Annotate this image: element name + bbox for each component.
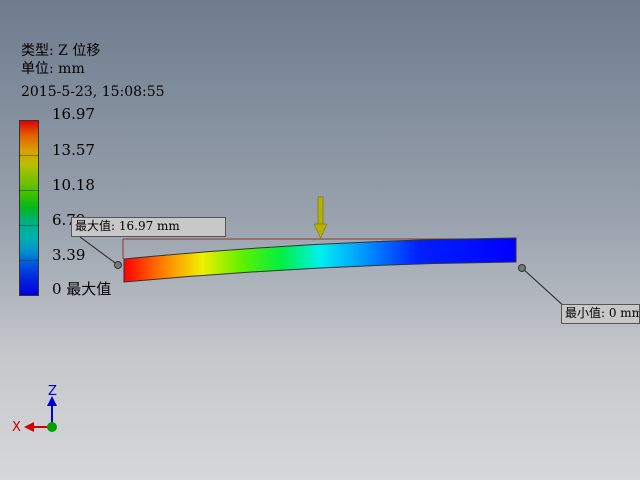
deformed-beam[interactable]: [123, 237, 517, 283]
viewport-scene[interactable]: [0, 0, 640, 480]
load-arrow-icon[interactable]: [313, 196, 328, 239]
x-axis-label: X: [12, 420, 21, 435]
z-axis-label: Z: [48, 384, 57, 399]
max-leader-line: [79, 236, 119, 266]
min-leader-line: [521, 267, 567, 309]
min-value-callout[interactable]: 最小值: 0 mm: [561, 304, 640, 324]
max-probe-point[interactable]: [114, 261, 122, 269]
axis-triad-icon[interactable]: [24, 396, 57, 432]
max-value-callout[interactable]: 最大值: 16.97 mm: [71, 217, 226, 237]
min-probe-point[interactable]: [518, 264, 526, 272]
